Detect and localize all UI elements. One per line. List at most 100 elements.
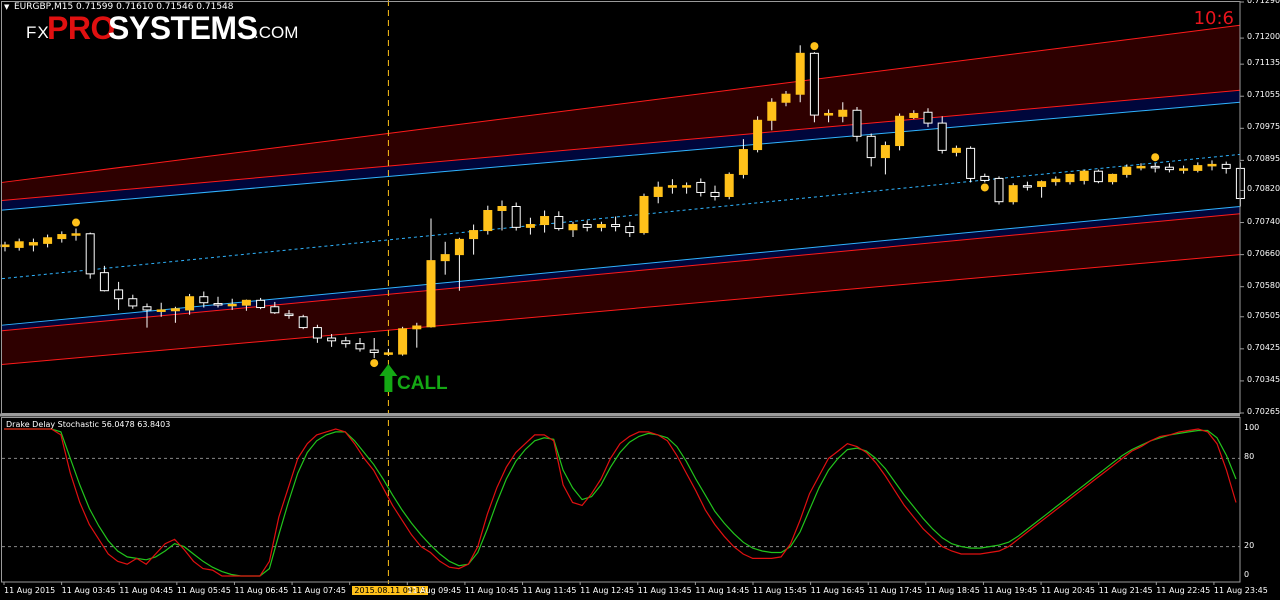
bull-candle [525,224,535,228]
bear-candle [994,177,1004,203]
time-tick-label: 11 Aug 13:45 [637,586,692,595]
bear-candle [114,289,124,300]
bear-candle [99,272,109,292]
bull-candle [185,296,195,311]
bull-candle [1108,173,1118,183]
price-tick-label: 0.70580 [1247,280,1280,290]
bear-candle [966,147,976,179]
bear-candle [696,181,706,193]
bear-candle [199,296,209,304]
bull-candle [497,205,507,212]
time-tick-label: 11 Aug 22:45 [1156,586,1211,595]
price-tick-label: 0.70265 [1247,407,1280,416]
oscillator-tick-label: 100 [1244,423,1260,432]
time-tick-label: 11 Aug 10:45 [464,586,519,595]
bear-candle [128,298,138,307]
bull-candle [170,308,180,312]
time-tick-label: 11 Aug 19:45 [983,586,1038,595]
bull-candle [1037,181,1047,187]
time-tick-label: 11 Aug 23:45 [1213,586,1268,595]
bull-candle [753,119,763,151]
bull-candle [398,328,408,355]
logo-pro: PRO [47,10,115,46]
bull-candle [540,216,550,226]
bull-candle [653,186,663,197]
bull-candle [639,195,649,234]
bull-candle [227,303,237,307]
bear-candle [327,337,337,342]
oscillator-tick-label: 20 [1244,540,1255,550]
bear-candle [355,343,365,350]
bull-candle [951,147,961,153]
bull-candle [454,238,464,256]
bull-candle [767,101,777,121]
price-tick-label: 0.71135 [1247,58,1280,68]
bull-candle [824,112,834,116]
chart-canvas[interactable] [0,0,1280,600]
bear-candle [369,349,379,353]
time-tick-label: 11 Aug 15:45 [752,586,807,595]
bear-candle [298,316,308,329]
bottom-signal-dot [370,359,379,368]
bull-candle [781,93,791,103]
bull-candle [71,233,81,236]
candle-timer: 10:6 [1193,8,1234,29]
bear-candle [1150,165,1160,169]
time-tick-label: 11 Aug 07:45 [292,586,347,595]
time-tick-label: 11 Aug 04:45 [119,586,174,595]
bull-candle [724,173,734,197]
bull-candle [241,299,251,306]
bear-candle [980,175,990,181]
bull-candle [880,145,890,159]
bull-candle [1008,185,1018,203]
bear-candle [256,299,266,309]
bear-candle [1093,170,1103,183]
price-tick-label: 0.71290 [1247,0,1280,5]
price-tick-label: 0.70975 [1247,122,1280,132]
price-tick-label: 0.70820 [1247,184,1280,194]
top-signal-dot [72,218,80,227]
bull-candle [1051,178,1061,183]
price-tick-label: 0.70505 [1247,310,1280,320]
bull-candle [57,234,67,240]
price-tick-label: 0.70345 [1247,374,1280,384]
bull-candle [14,241,24,248]
bull-candle [412,325,422,330]
oscillator-tick-label: 80 [1244,452,1255,462]
symbol-dropdown-icon[interactable]: ▼ [4,3,9,11]
bear-candle [213,303,223,306]
bull-candle [1136,165,1146,169]
bull-candle [682,185,692,188]
time-tick-label: 11 Aug 03:45 [61,586,116,595]
time-tick-label: 11 Aug 17:45 [868,586,923,595]
bull-candle [667,185,677,188]
bull-candle [1193,165,1203,171]
time-tick-label: 11 Aug 05:45 [176,586,231,595]
price-tick-label: 0.71055 [1247,90,1280,100]
bear-candle [1164,166,1174,171]
top-signal-dot [810,42,819,51]
bull-candle [1179,168,1189,171]
price-tick-label: 0.70740 [1247,216,1280,226]
time-tick-label: 11 Aug 11:45 [522,586,577,595]
bear-candle [710,191,720,197]
bull-candle [895,115,905,147]
bear-candle [142,306,152,311]
bull-candle [1207,163,1217,167]
bear-candle [341,340,351,345]
time-tick-label: 11 Aug 18:45 [925,586,980,595]
logo-com: .COM [254,23,299,42]
bear-candle [511,205,521,228]
time-tick-label: 11 Aug 2015 [4,586,56,595]
bull-candle [383,352,393,355]
time-tick-label: 11 Aug 20:45 [1041,586,1096,595]
price-tick-label: 0.70895 [1247,154,1280,164]
bull-candle [1065,173,1075,183]
price-tick-label: 0.70660 [1247,248,1280,258]
bull-candle [483,210,493,232]
bull-candle [795,52,805,95]
bear-candle [554,216,564,230]
logo-systems: SYSTEMS [108,10,258,46]
time-tick-label: 11 Aug 09:45 [407,586,462,595]
bear-candle [1221,163,1231,169]
